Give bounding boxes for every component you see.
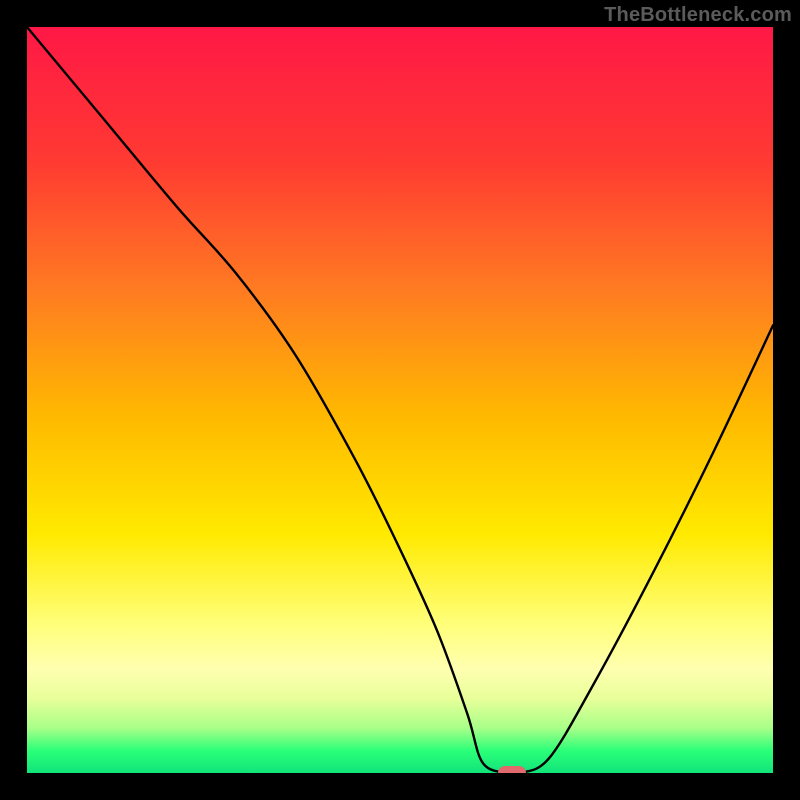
bottleneck-curve xyxy=(27,27,773,773)
curve-layer xyxy=(27,27,773,773)
credit-label: TheBottleneck.com xyxy=(604,4,792,27)
plot-area xyxy=(27,27,773,773)
chart-frame: TheBottleneck.com xyxy=(0,0,800,800)
optimum-marker xyxy=(498,766,526,773)
